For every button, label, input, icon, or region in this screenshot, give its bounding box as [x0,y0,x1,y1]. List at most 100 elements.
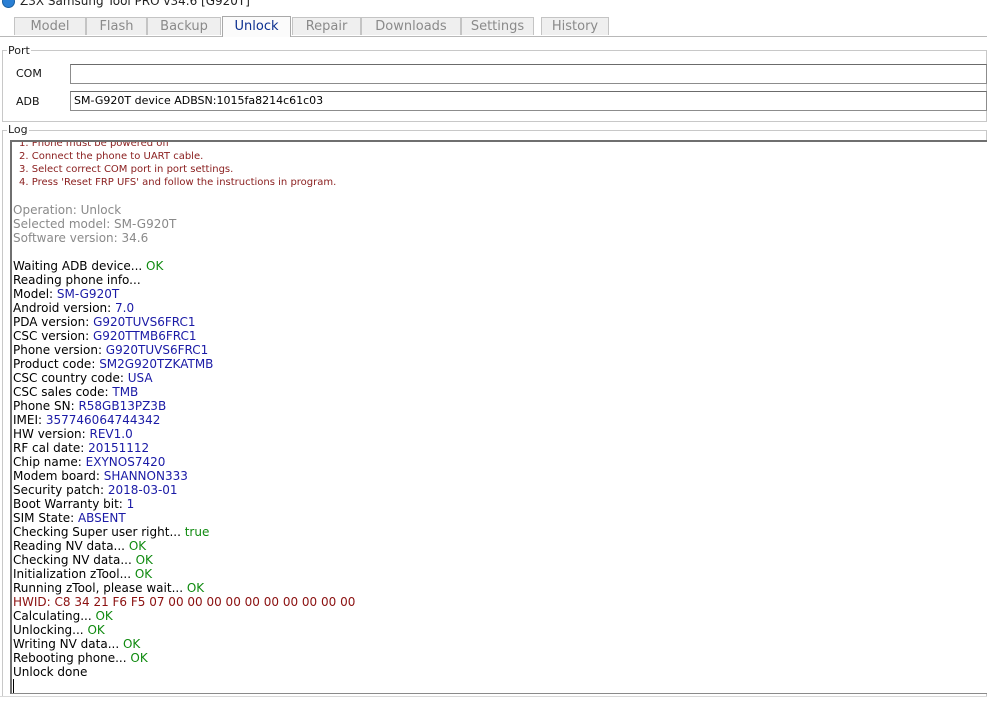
adb-device-field[interactable]: SM-G920T device ADBSN:1015fa8214c61c03 [70,91,987,111]
log-legend: Log [7,123,29,136]
log-line-value: OK [130,651,148,665]
port-group [2,50,987,122]
log-line: Checking NV data... OK [13,553,973,567]
log-line-label: Chip name: [13,455,86,469]
tab-flash[interactable]: Flash [86,17,147,35]
tab-downloads[interactable]: Downloads [361,17,461,35]
log-operation-line: Operation: Unlock [13,203,122,217]
log-line-label: Android version: [13,301,116,315]
log-line-label: RF cal date: [13,441,89,455]
log-line-label: Reading NV data... [13,539,129,553]
log-line: Reading phone info... [13,273,973,287]
log-line-label: Initialization zTool... [13,567,135,581]
log-line-label: PDA version: [13,315,94,329]
log-line-value: OK [186,581,205,595]
tab-history[interactable]: History [541,17,609,35]
log-line-value: OK [135,553,153,567]
log-line-value: OK [122,637,141,651]
log-line-value: 20151112 [88,441,150,455]
log-line: Reading NV data... OK [13,539,973,553]
log-line: Modem board: SHANNON333 [13,469,973,483]
log-line-label: Phone SN: [13,399,79,413]
tab-backup[interactable]: Backup [147,17,221,35]
log-line: RF cal date: 20151112 [13,441,973,455]
log-line: CSC country code: USA [13,371,973,385]
log-line-value: SHANNON333 [103,469,188,483]
log-line: IMEI: 357746064744342 [13,413,973,427]
log-line-value: G920TUVS6FRC1 [105,343,209,357]
log-instruction: 3. Select correct COM port in port setti… [19,164,234,175]
tab-settings[interactable]: Settings [461,17,534,35]
log-line-label: SIM State: [13,511,78,525]
log-line-label: HW version: [13,427,90,441]
log-line-label: CSC sales code: [13,385,113,399]
log-line-value: EXYNOS7420 [85,455,166,469]
log-line: Model: SM-G920T [13,287,973,301]
log-line: HWID: C8 34 21 F6 F5 07 00 00 00 00 00 0… [13,595,973,609]
log-line-label: CSC version: [13,329,93,343]
tab-unlock[interactable]: Unlock [222,16,291,37]
log-line-value: 357746064744342 [45,413,161,427]
log-line-label: Product code: [13,357,100,371]
log-line-label: Calculating... [13,609,96,623]
log-line-value: OK [95,609,113,623]
log-line: Writing NV data... OK [13,637,973,651]
app-icon [2,0,15,8]
log-line-label: Unlocking... [13,623,88,637]
log-line: Phone SN: R58GB13PZ3B [13,399,973,413]
com-port-field[interactable] [70,64,987,84]
log-line: Boot Warranty bit: 1 [13,497,973,511]
tab-repair[interactable]: Repair [292,17,361,35]
log-line: Phone version: G920TUVS6FRC1 [13,343,973,357]
log-line-label: HWID: C8 34 21 F6 F5 07 00 00 00 00 00 0… [13,595,356,609]
log-line-label: Checking Super user right... [13,525,185,539]
log-instruction: 4. Press 'Reset FRP UFS' and follow the … [19,177,337,188]
tab-model[interactable]: Model [14,17,86,35]
log-line-value: USA [127,371,153,385]
window-title: Z3X Samsung Tool PRO v34.6 [G920T] [20,0,250,8]
port-legend: Port [7,44,31,57]
log-version-line: Software version: 34.6 [13,231,149,245]
log-line-value: 2018-03-01 [107,483,178,497]
log-line: Running zTool, please wait... OK [13,581,973,595]
log-line: Unlock done [13,665,973,679]
log-line: Calculating... OK [13,609,973,623]
log-line-label: Writing NV data... [13,637,123,651]
log-line-label: Security patch: [13,483,108,497]
log-line-label: Reading phone info... [13,273,141,287]
log-line-label: Waiting ADB device... [13,259,147,273]
log-line: Waiting ADB device... OK [13,259,973,273]
log-line: Rebooting phone... OK [13,651,973,665]
log-line-value: OK [134,567,153,581]
log-line-value: 7.0 [115,301,135,315]
log-instruction: 1. Phone must be powered off [19,140,170,149]
log-line: Chip name: EXYNOS7420 [13,455,973,469]
log-line-value: OK [128,539,147,553]
log-line-label: Boot Warranty bit: [13,497,127,511]
log-line-value: G920TUVS6FRC1 [93,315,196,329]
log-line: Android version: 7.0 [13,301,973,315]
log-line: Initialization zTool... OK [13,567,973,581]
log-line-value: TMB [112,385,139,399]
log-line: CSC version: G920TTMB6FRC1 [13,329,973,343]
log-line: CSC sales code: TMB [13,385,973,399]
log-output[interactable]: 1. Phone must be powered off 2. Connect … [10,140,987,694]
log-line-value: SM-G920T [56,287,120,301]
log-line: HW version: REV1.0 [13,427,973,441]
log-line-label: Unlock done [13,665,88,679]
log-line-label: Checking NV data... [13,553,136,567]
log-line: Product code: SM2G920TZKATMB [13,357,973,371]
log-line-value: OK [87,623,105,637]
com-label: COM [16,67,42,80]
log-line: PDA version: G920TUVS6FRC1 [13,315,973,329]
log-line-value: SM2G920TZKATMB [99,357,214,371]
log-line-label: Running zTool, please wait... [13,581,187,595]
log-content: 1. Phone must be powered off 2. Connect … [13,140,973,693]
text-caret [13,679,973,693]
log-line-label: Model: [13,287,57,301]
log-line-value: R58GB13PZ3B [78,399,167,413]
log-line-value: 1 [126,497,135,511]
status-strip [0,696,987,710]
log-entries: Waiting ADB device... OK Reading phone in… [13,259,973,679]
title-bar: Z3X Samsung Tool PRO v34.6 [G920T] [0,0,987,12]
